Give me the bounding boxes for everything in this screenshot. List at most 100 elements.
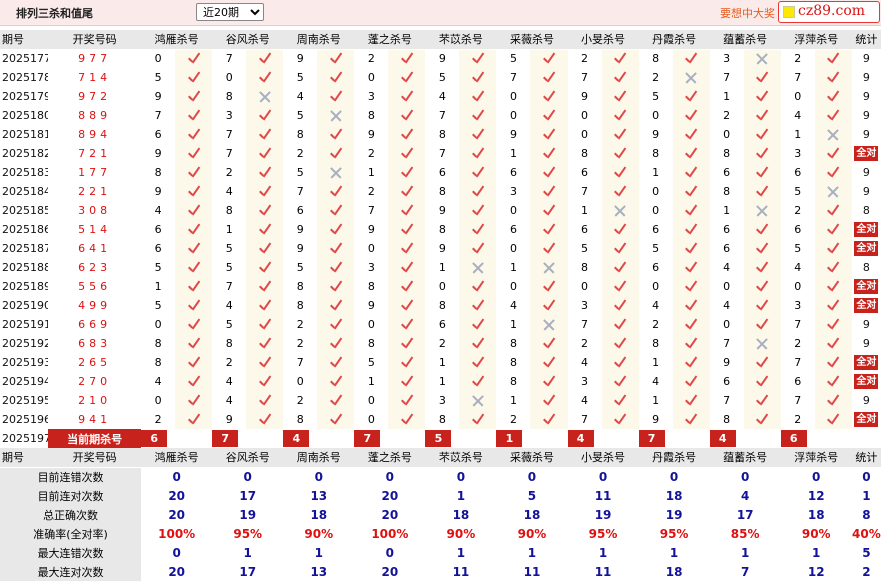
pick-cell: 1 xyxy=(652,394,660,407)
summary-value: 95% xyxy=(233,526,263,541)
pick-cell: 8 xyxy=(509,356,517,369)
result-cell xyxy=(814,372,852,391)
pick-cell: 6 xyxy=(581,166,589,179)
table-row: 2025189 556 1 7 8 8 0 0 0 0 0 0 全对 xyxy=(0,277,881,296)
summary-value: 0 xyxy=(669,469,679,484)
summary-row: 目前连错次数 0 0 0 0 0 0 0 0 0 0 0 xyxy=(0,467,881,486)
check-icon xyxy=(187,375,201,389)
result-cell xyxy=(317,163,355,182)
summary-value: 95% xyxy=(659,526,689,541)
issue-cell: 2025194 xyxy=(2,375,49,388)
result-cell xyxy=(175,144,213,163)
draw-cell: 714 xyxy=(78,71,112,84)
check-icon xyxy=(613,280,627,294)
pick-cell: 0 xyxy=(438,280,446,293)
check-icon xyxy=(542,337,556,351)
current-pick-cell: 4 xyxy=(283,429,354,448)
check-icon xyxy=(400,356,414,370)
result-cell xyxy=(246,258,284,277)
result-cell xyxy=(459,106,497,125)
summary-header-expert-2: 周南杀号 xyxy=(283,448,355,468)
pick-cell: 6 xyxy=(652,223,660,236)
logo-square-icon xyxy=(783,6,795,18)
pick-cell: 5 xyxy=(225,318,233,331)
check-icon xyxy=(400,375,414,389)
check-icon xyxy=(187,90,201,104)
check-icon xyxy=(542,223,556,237)
check-icon xyxy=(187,185,201,199)
check-icon xyxy=(826,299,840,313)
promo-text[interactable]: 要想中大奖 xyxy=(720,5,780,21)
result-cell xyxy=(317,277,355,296)
result-cell xyxy=(388,87,426,106)
result-cell xyxy=(601,68,639,87)
result-cell xyxy=(317,391,355,410)
result-cell xyxy=(672,410,710,429)
stat-cell: 8 xyxy=(862,261,870,274)
summary-value: 1 xyxy=(456,545,466,560)
summary-value: 13 xyxy=(310,564,328,579)
summary-header-stats: 统计 xyxy=(851,448,881,468)
cross-icon xyxy=(329,109,343,123)
check-icon xyxy=(755,375,769,389)
result-cell xyxy=(317,353,355,372)
draw-cell: 265 xyxy=(78,356,112,369)
pick-cell: 8 xyxy=(367,109,375,122)
summary-value: 18 xyxy=(452,507,470,522)
result-cell xyxy=(672,106,710,125)
pick-cell: 2 xyxy=(296,337,304,350)
result-cell xyxy=(388,106,426,125)
check-icon xyxy=(329,413,343,427)
result-cell xyxy=(672,182,710,201)
check-icon xyxy=(329,147,343,161)
result-cell xyxy=(814,296,852,315)
summary-value: 100% xyxy=(371,526,409,541)
pick-cell: 1 xyxy=(367,375,375,388)
check-icon xyxy=(684,318,698,332)
result-cell xyxy=(317,239,355,258)
check-icon xyxy=(826,261,840,275)
summary-value: 17 xyxy=(239,488,257,503)
check-icon xyxy=(684,90,698,104)
check-icon xyxy=(400,413,414,427)
result-cell xyxy=(459,372,497,391)
result-cell xyxy=(530,353,568,372)
result-cell xyxy=(530,372,568,391)
pick-cell: 9 xyxy=(509,128,517,141)
pick-cell: 3 xyxy=(794,299,802,312)
summary-value: 0 xyxy=(385,545,395,560)
draw-cell: 177 xyxy=(78,166,112,179)
result-cell xyxy=(743,391,781,410)
result-cell xyxy=(246,87,284,106)
site-logo[interactable]: cz89.com xyxy=(778,1,880,23)
result-cell xyxy=(672,220,710,239)
pick-cell: 8 xyxy=(581,147,589,160)
summary-header-draw: 开奖号码 xyxy=(48,448,142,468)
result-cell xyxy=(601,49,639,68)
issue-cell: 2025184 xyxy=(2,185,49,198)
pick-cell: 6 xyxy=(723,223,731,236)
result-cell xyxy=(459,163,497,182)
pick-cell: 8 xyxy=(225,204,233,217)
summary-value: 0 xyxy=(385,469,395,484)
table-row: 2025188 623 5 5 5 3 1 1 8 6 4 4 8 xyxy=(0,258,881,277)
pick-cell: 1 xyxy=(509,394,517,407)
check-icon xyxy=(329,90,343,104)
pick-cell: 9 xyxy=(652,413,660,426)
result-cell xyxy=(530,144,568,163)
pick-cell: 0 xyxy=(509,242,517,255)
period-select[interactable]: 近20期 xyxy=(196,3,264,21)
pick-cell: 5 xyxy=(154,71,162,84)
pick-cell: 7 xyxy=(225,128,233,141)
check-icon xyxy=(613,375,627,389)
check-icon xyxy=(400,185,414,199)
pick-cell: 8 xyxy=(438,128,446,141)
result-cell xyxy=(601,125,639,144)
pick-cell: 4 xyxy=(652,375,660,388)
pick-cell: 4 xyxy=(581,394,589,407)
pick-cell: 7 xyxy=(794,71,802,84)
pick-cell: 3 xyxy=(509,185,517,198)
pick-cell: 8 xyxy=(723,413,731,426)
pick-cell: 7 xyxy=(794,356,802,369)
cross-icon xyxy=(258,90,272,104)
